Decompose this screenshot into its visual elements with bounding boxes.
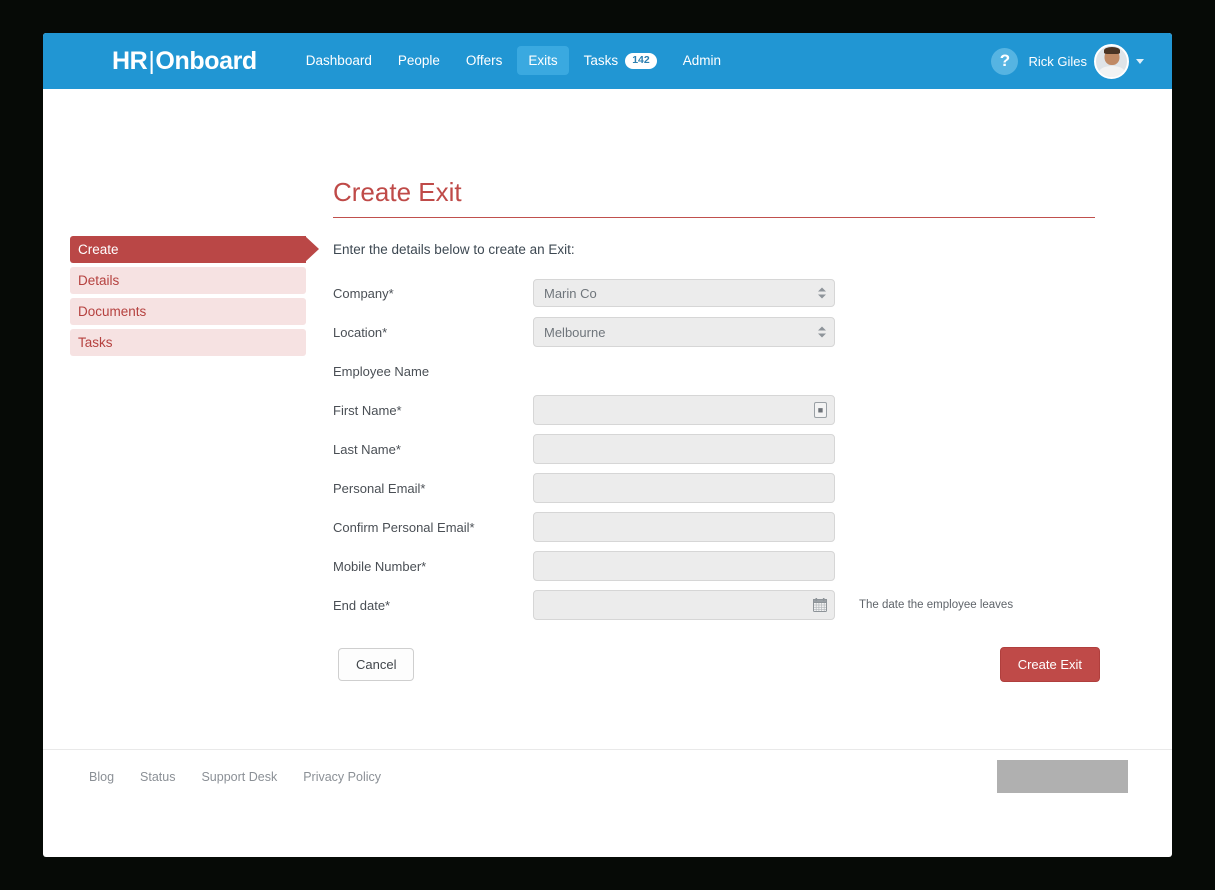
label-first-name: First Name* [333, 402, 402, 418]
hr-onboard-logo[interactable]: HR|Onboard [112, 46, 257, 75]
nav-item-admin[interactable]: Admin [672, 46, 732, 75]
label-employee-name: Employee Name [333, 363, 430, 379]
avatar [1094, 43, 1129, 79]
sidebar-step-label-create: Create [78, 242, 119, 257]
form-row-company: Company* [333, 278, 1103, 308]
nav-label-offers: Offers [465, 53, 503, 69]
avatar-hair [1103, 46, 1120, 54]
chevron-down-icon[interactable] [1136, 58, 1144, 64]
field-wrap-first-name: ■ [533, 395, 835, 426]
personal-email-input[interactable] [533, 473, 835, 504]
sidebar-step-label-details: Details [78, 273, 120, 288]
exit-wizard-steps: Create Details Documents Tasks [70, 236, 319, 360]
page-footer: Blog Status Support Desk Privacy Policy [43, 749, 1172, 803]
sidebar-step-label-tasks: Tasks [78, 335, 113, 350]
form-row-mobile-number: Mobile Number* [333, 551, 1103, 582]
help-icon[interactable]: ? [991, 47, 1019, 75]
create-exit-form: Create Exit Enter the details below to c… [333, 177, 1103, 683]
primary-nav-links: Dashboard People Offers Exits Tasks 142 … [295, 46, 732, 76]
top-navigation-bar: HR|Onboard Dashboard People Offers Exits… [43, 33, 1172, 89]
company-select[interactable] [533, 279, 835, 308]
form-intro-text: Enter the details below to create an Exi… [333, 242, 575, 258]
mobile-number-input[interactable] [533, 551, 835, 582]
end-date-input[interactable] [533, 590, 835, 621]
last-name-input[interactable] [533, 434, 835, 465]
page-title: Create Exit [333, 177, 462, 207]
footer-link-privacy-policy[interactable]: Privacy Policy [303, 770, 381, 784]
cancel-button[interactable]: Cancel [338, 648, 415, 682]
nav-label-admin: Admin [682, 53, 721, 69]
avatar-body [1098, 65, 1125, 77]
form-row-confirm-personal-email: Confirm Personal Email* [333, 512, 1103, 543]
nav-item-exits[interactable]: Exits [517, 46, 569, 76]
form-row-first-name: First Name* ■ [333, 395, 1103, 426]
field-wrap-company [533, 279, 835, 308]
form-actions: Cancel Create Exit [333, 647, 1103, 683]
nav-label-tasks: Tasks [583, 53, 619, 69]
nav-item-dashboard[interactable]: Dashboard [295, 46, 383, 75]
nav-item-tasks[interactable]: Tasks 142 [573, 46, 668, 76]
end-date-help-text: The date the employee leaves [859, 599, 1014, 612]
confirm-personal-email-input[interactable] [533, 512, 835, 543]
field-wrap-confirm-personal-email [533, 512, 835, 543]
footer-link-blog[interactable]: Blog [89, 770, 114, 784]
create-exit-button[interactable]: Create Exit [999, 647, 1100, 683]
calendar-icon[interactable] [813, 598, 827, 613]
sidebar-step-documents[interactable]: Documents [70, 298, 306, 325]
form-row-employee-name-heading: Employee Name [333, 356, 1103, 386]
first-name-input[interactable] [533, 395, 835, 426]
form-row-end-date: End date* The date the employee leaves [333, 590, 1103, 621]
page-body: Create Details Documents Tasks Create Ex… [43, 89, 1172, 803]
browser-window: HR|Onboard Dashboard People Offers Exits… [43, 33, 1172, 857]
field-wrap-mobile-number [533, 551, 835, 582]
form-row-last-name: Last Name* [333, 434, 1103, 465]
label-end-date: End date* [333, 597, 391, 613]
label-personal-email: Personal Email* [333, 480, 426, 496]
field-wrap-personal-email [533, 473, 835, 504]
footer-link-support-desk[interactable]: Support Desk [201, 770, 277, 784]
nav-label-people: People [397, 53, 440, 69]
user-name-label: Rick Giles [1028, 53, 1087, 69]
label-last-name: Last Name* [333, 441, 401, 457]
title-divider [333, 217, 1095, 219]
field-wrap-last-name [533, 434, 835, 465]
nav-item-people[interactable]: People [387, 46, 451, 75]
sidebar-step-details[interactable]: Details [70, 267, 306, 294]
label-company: Company* [333, 285, 394, 301]
footer-image-placeholder [997, 760, 1128, 793]
field-wrap-end-date [533, 590, 835, 621]
tasks-count-badge: 142 [625, 53, 657, 69]
form-row-location: Location* [333, 317, 1103, 348]
brand-primary: HR [112, 46, 148, 75]
user-menu[interactable]: Rick Giles [1028, 43, 1144, 79]
sidebar-step-tasks[interactable]: Tasks [70, 329, 306, 356]
footer-link-status[interactable]: Status [140, 770, 175, 784]
nav-label-dashboard: Dashboard [305, 53, 372, 69]
label-location: Location* [333, 324, 388, 340]
location-select[interactable] [533, 317, 835, 348]
label-mobile-number: Mobile Number* [333, 558, 427, 574]
nav-item-offers[interactable]: Offers [455, 46, 514, 75]
field-wrap-location [533, 317, 835, 348]
footer-links: Blog Status Support Desk Privacy Policy [89, 770, 381, 784]
desktop-backdrop: HR|Onboard Dashboard People Offers Exits… [0, 0, 1215, 890]
nav-label-exits: Exits [528, 53, 558, 69]
brand-secondary: Onboard [155, 46, 257, 75]
sidebar-step-create[interactable]: Create [70, 236, 319, 263]
sidebar-step-label-documents: Documents [78, 304, 147, 319]
form-row-personal-email: Personal Email* [333, 473, 1103, 504]
autofill-icon[interactable]: ■ [814, 402, 827, 419]
label-confirm-personal-email: Confirm Personal Email* [333, 519, 475, 535]
navbar-right-cluster: ? Rick Giles [991, 43, 1144, 79]
